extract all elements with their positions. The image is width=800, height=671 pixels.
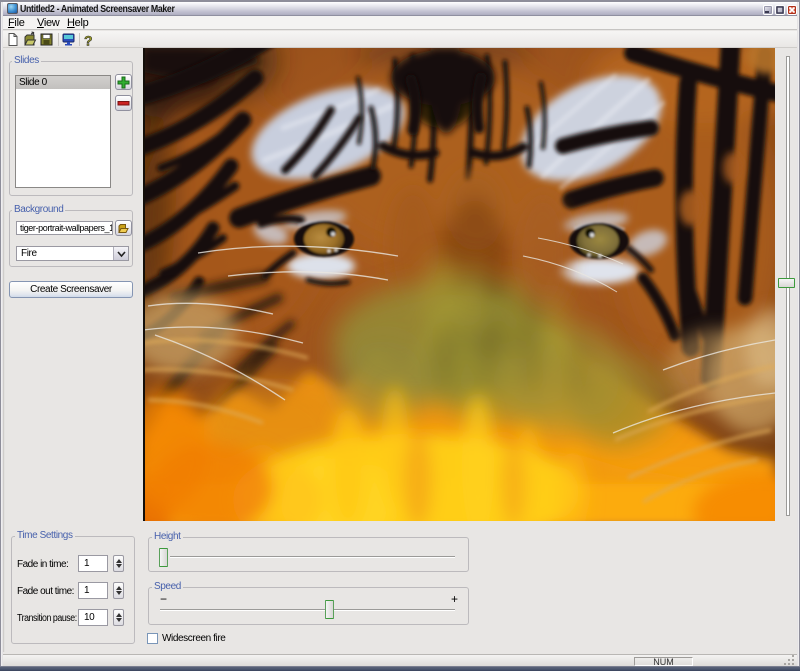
svg-text:?: ? — [84, 33, 92, 49]
